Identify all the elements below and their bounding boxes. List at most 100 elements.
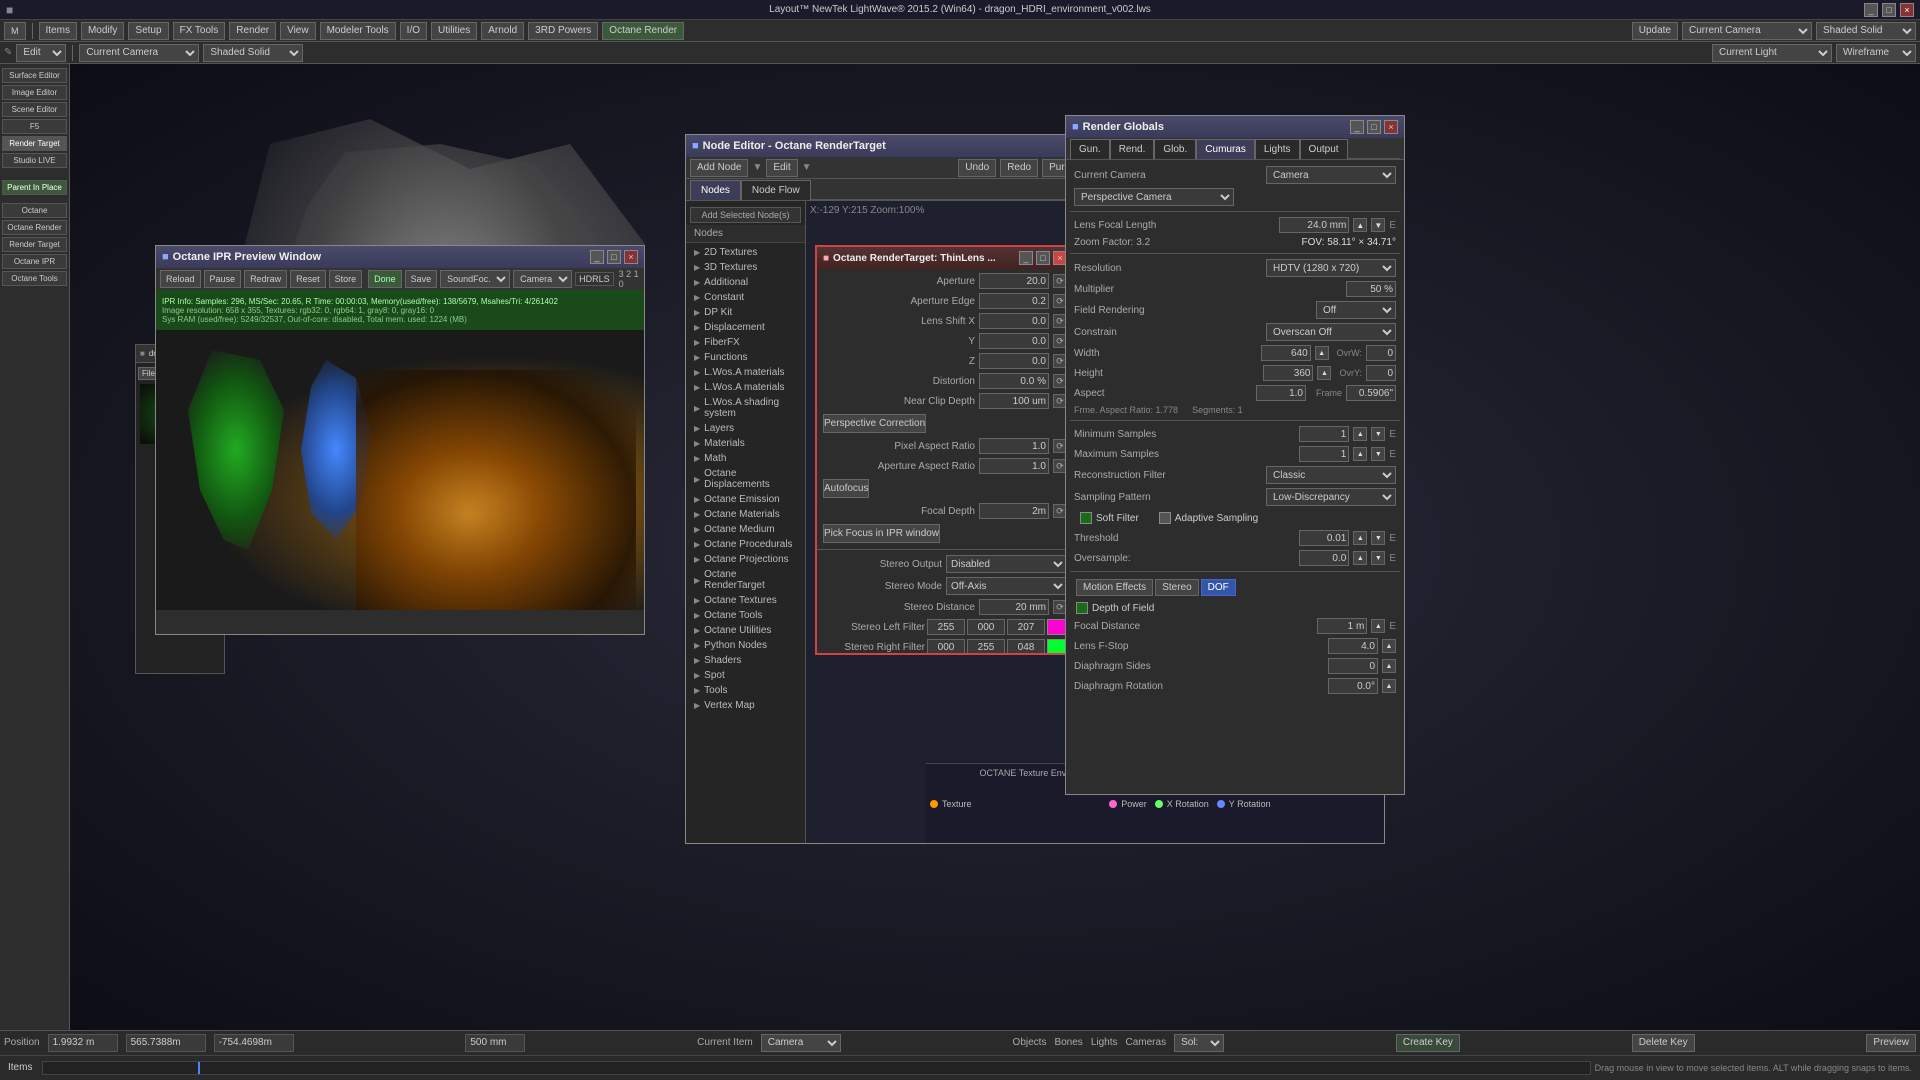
rg-sampling-pattern-select[interactable]: Low-Discrepancy	[1266, 488, 1396, 506]
rg-tab-output[interactable]: Output	[1300, 139, 1348, 159]
octane-render-side-btn[interactable]: Octane Render	[2, 220, 67, 235]
rg-tab-gun[interactable]: Gun.	[1070, 139, 1110, 159]
rg-height-input[interactable]	[1263, 365, 1313, 381]
lwoa-mat-item[interactable]: ▶L.Wos.A materials	[686, 365, 805, 380]
ipr-done-btn[interactable]: Done	[368, 270, 402, 288]
redo-btn[interactable]: Redo	[1000, 159, 1038, 177]
camera-select[interactable]: Current Camera	[1682, 22, 1812, 40]
focal-depth-input[interactable]	[979, 503, 1049, 519]
perspective-correction-btn[interactable]: Perspective Correction	[823, 414, 926, 433]
rg-camera-type-select[interactable]: Perspective Camera	[1074, 188, 1234, 206]
rg-oversample-input[interactable]	[1299, 550, 1349, 566]
octane-materials-item[interactable]: ▶Octane Materials	[686, 507, 805, 522]
rg-focal-dist-input[interactable]	[1317, 618, 1367, 634]
undo-btn[interactable]: Undo	[958, 159, 996, 177]
lwoa-shading-item[interactable]: ▶L.Wos.A shading system	[686, 395, 805, 421]
shading-select[interactable]: Shaded Solid	[1816, 22, 1916, 40]
octane-tools-btn[interactable]: Octane Tools	[2, 271, 67, 286]
stereo-right-r[interactable]	[927, 639, 965, 653]
displacement-item[interactable]: ▶Displacement	[686, 320, 805, 335]
edit-dropdown[interactable]: Edit	[16, 44, 66, 62]
stereo-right-g[interactable]	[967, 639, 1005, 653]
rg-min-edit[interactable]: E	[1389, 429, 1396, 440]
shaders-item[interactable]: ▶Shaders	[686, 653, 805, 668]
3d-textures-item[interactable]: ▶3D Textures	[686, 260, 805, 275]
nodes-tab[interactable]: Nodes	[690, 180, 741, 200]
constant-item[interactable]: ▶Constant	[686, 290, 805, 305]
ipr-sound-focus[interactable]: SoundFoc...	[440, 270, 510, 288]
spot-item[interactable]: ▶Spot	[686, 668, 805, 683]
depth-of-field-cb[interactable]	[1076, 602, 1088, 614]
stereo-dist-input[interactable]	[979, 599, 1049, 615]
rg-diaphragm-rot-input[interactable]	[1328, 678, 1378, 694]
item-select[interactable]: Camera	[761, 1034, 841, 1052]
3rd-powers-btn[interactable]: 3RD Powers	[528, 22, 598, 40]
ipr-redraw-btn[interactable]: Redraw	[244, 270, 287, 288]
studio-live-btn[interactable]: Studio LIVE	[2, 153, 67, 168]
light-select[interactable]: Current Light	[1712, 44, 1832, 62]
motion-effects-tab[interactable]: Motion Effects	[1076, 579, 1153, 596]
z-input[interactable]	[979, 353, 1049, 369]
rg-multiplier-input[interactable]	[1346, 281, 1396, 297]
ipr-pause-btn[interactable]: Pause	[204, 270, 242, 288]
rg-fstop-input[interactable]	[1328, 638, 1378, 654]
preview-btn[interactable]: Preview	[1866, 1034, 1916, 1052]
2d-textures-item[interactable]: ▶2D Textures	[686, 245, 805, 260]
stereo-left-r[interactable]	[927, 619, 965, 635]
rg-min-up[interactable]: ▲	[1353, 427, 1367, 441]
aperture-edge-input[interactable]	[979, 293, 1049, 309]
octane-ipr-btn[interactable]: Octane IPR	[2, 254, 67, 269]
rg-maximize[interactable]: □	[1367, 120, 1381, 134]
ipr-save-btn[interactable]: Save	[405, 270, 438, 288]
octane-proj-item[interactable]: ▶Octane Projections	[686, 552, 805, 567]
y-input[interactable]	[979, 333, 1049, 349]
current-camera-select[interactable]: Current Camera	[79, 44, 199, 62]
ipr-reload-btn[interactable]: Reload	[160, 270, 201, 288]
rg-tab-rend[interactable]: Rend.	[1110, 139, 1155, 159]
near-clip-input[interactable]	[979, 393, 1049, 409]
octane-tools-item[interactable]: ▶Octane Tools	[686, 608, 805, 623]
lwoa-mat2-item[interactable]: ▶L.Wos.A materials	[686, 380, 805, 395]
rg-oversample-up[interactable]: ▲	[1353, 551, 1367, 565]
add-node-btn[interactable]: Add Node	[690, 159, 748, 177]
fiberfx-item[interactable]: ▶FiberFX	[686, 335, 805, 350]
modify-btn[interactable]: Modify	[81, 22, 124, 40]
stereo-left-g[interactable]	[967, 619, 1005, 635]
rg-frame-input[interactable]	[1346, 385, 1396, 401]
autofocus-btn[interactable]: Autofocus	[823, 479, 869, 498]
delete-key-btn[interactable]: Delete Key	[1632, 1034, 1695, 1052]
rg-focal-up[interactable]: ▲	[1353, 218, 1367, 232]
pick-focus-btn[interactable]: Pick Focus in IPR window	[823, 524, 940, 543]
rt-minimize[interactable]: _	[1019, 251, 1033, 265]
rg-max-samples-input[interactable]	[1299, 446, 1349, 462]
minimize-btn[interactable]: _	[1864, 3, 1878, 17]
soft-filter-cb[interactable]	[1080, 512, 1092, 524]
rg-constrain-select[interactable]: Overscan Off	[1266, 323, 1396, 341]
io-btn[interactable]: I/O	[400, 22, 427, 40]
math-item[interactable]: ▶Math	[686, 451, 805, 466]
layers-item[interactable]: ▶Layers	[686, 421, 805, 436]
shaded-solid-select[interactable]: Shaded Solid	[203, 44, 303, 62]
ipr-close[interactable]: ×	[624, 250, 638, 264]
rg-ovy-input[interactable]	[1366, 365, 1396, 381]
rg-max-up[interactable]: ▲	[1353, 447, 1367, 461]
rg-resolution-select[interactable]: HDTV (1280 x 720)	[1266, 259, 1396, 277]
rg-width-input[interactable]	[1261, 345, 1311, 361]
rg-min-samples-input[interactable]	[1299, 426, 1349, 442]
rg-camera-select[interactable]: Camera	[1266, 166, 1396, 184]
stereo-tab[interactable]: Stereo	[1155, 579, 1198, 596]
close-btn[interactable]: ×	[1900, 3, 1914, 17]
ipr-maximize[interactable]: □	[607, 250, 621, 264]
stereo-left-swatch[interactable]	[1047, 619, 1067, 635]
stereo-right-b[interactable]	[1007, 639, 1045, 653]
rg-focal-length-input[interactable]	[1279, 217, 1349, 233]
rg-recon-filter-select[interactable]: Classic	[1266, 466, 1396, 484]
rg-min-down[interactable]: ▼	[1371, 427, 1385, 441]
pixel-aspect-input[interactable]	[979, 438, 1049, 454]
rg-aspect-input[interactable]	[1256, 385, 1306, 401]
stereo-output-select[interactable]: Disabled	[946, 555, 1067, 573]
octane-util-item[interactable]: ▶Octane Utilities	[686, 623, 805, 638]
view-btn[interactable]: View	[280, 22, 316, 40]
rg-threshold-down[interactable]: ▼	[1371, 531, 1385, 545]
rg-threshold-input[interactable]	[1299, 530, 1349, 546]
